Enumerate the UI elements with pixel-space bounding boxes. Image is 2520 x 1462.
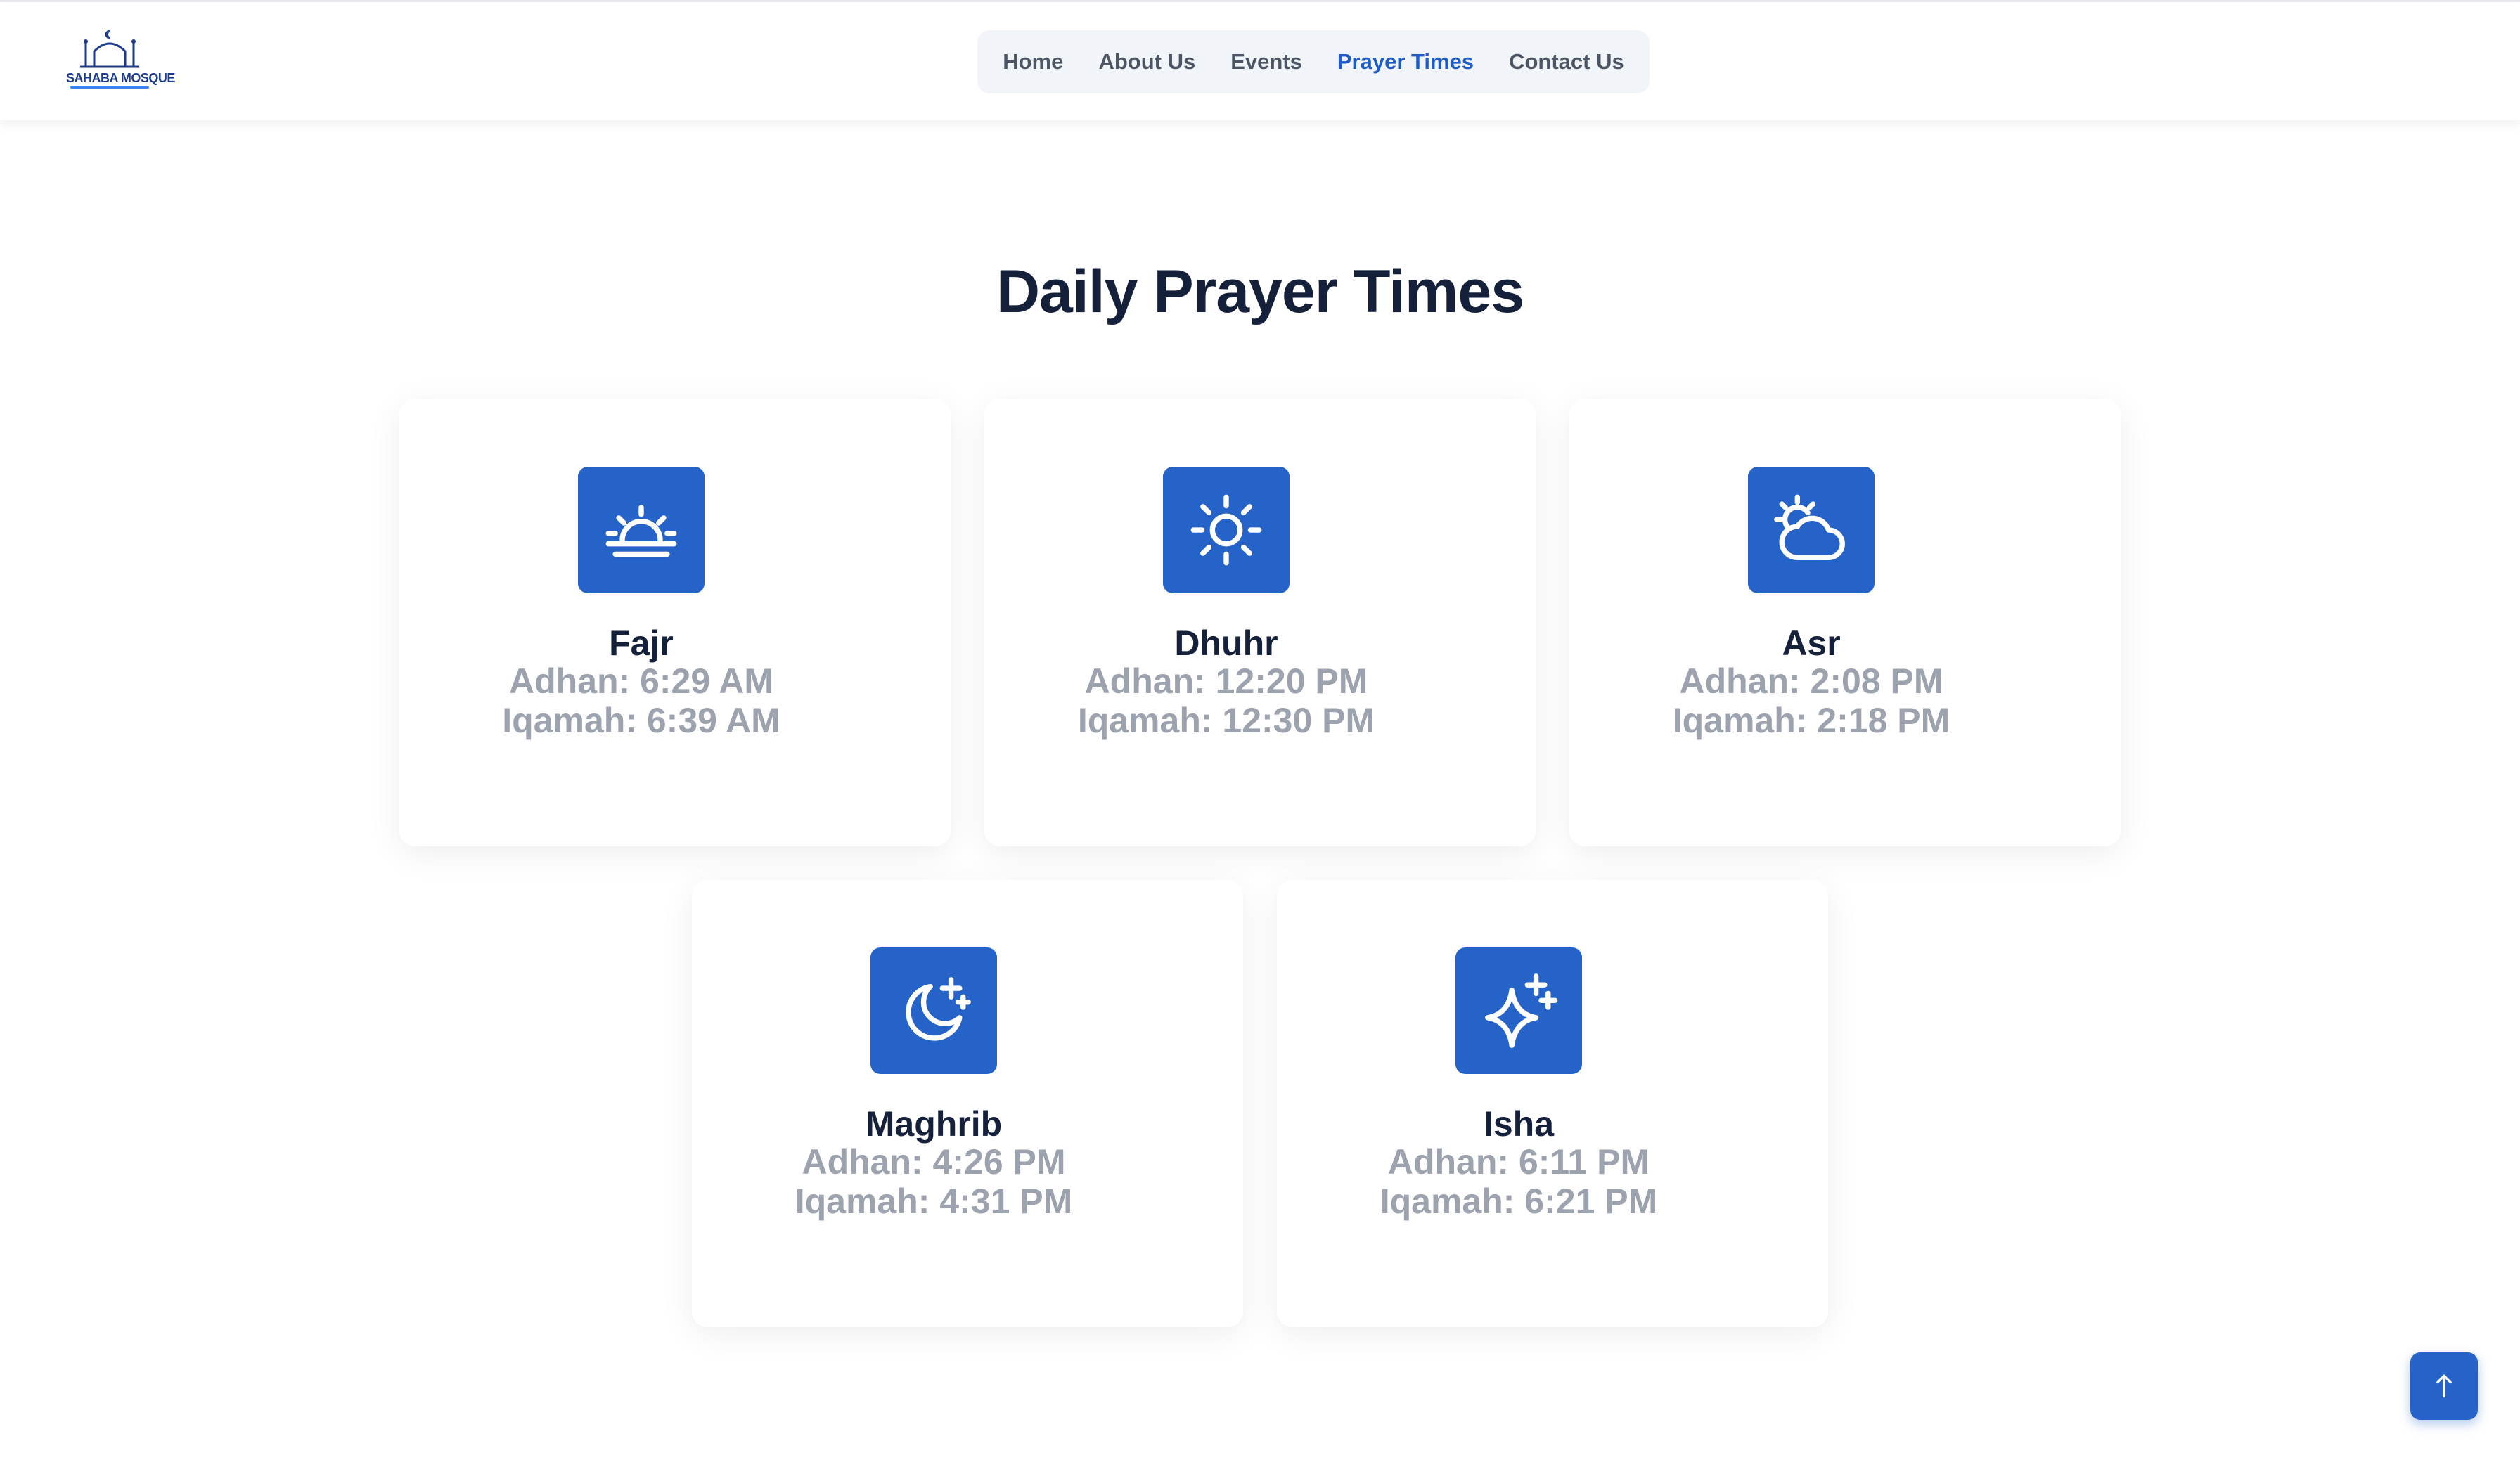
sparkles-icon-box xyxy=(1455,947,1582,1074)
prayer-name: Maghrib xyxy=(865,1104,1003,1144)
nav-about-us[interactable]: About Us xyxy=(1098,49,1195,75)
adhan-time: Adhan: 6:29 AM xyxy=(509,661,773,701)
prayer-card-fajr: Fajr Adhan: 6:29 AM Iqamah: 6:39 AM xyxy=(399,399,951,846)
adhan-time: Adhan: 2:08 PM xyxy=(1679,661,1943,701)
scroll-to-top-button[interactable] xyxy=(2410,1352,2478,1420)
nav-events[interactable]: Events xyxy=(1230,49,1302,75)
iqamah-time: Iqamah: 4:31 PM xyxy=(795,1182,1073,1221)
prayer-card-dhuhr: Dhuhr Adhan: 12:20 PM Iqamah: 12:30 PM xyxy=(984,399,1536,846)
logo-text: SAHABA MOSQUE xyxy=(66,71,175,85)
iqamah-time: Iqamah: 12:30 PM xyxy=(1077,701,1375,740)
iqamah-time: Iqamah: 6:39 AM xyxy=(502,701,780,740)
mosque-logo[interactable]: SAHABA MOSQUE xyxy=(66,26,175,96)
prayer-name: Dhuhr xyxy=(1174,623,1278,663)
mosque-logo-icon xyxy=(80,29,139,68)
adhan-time: Adhan: 12:20 PM xyxy=(1084,661,1368,701)
adhan-time: Adhan: 6:11 PM xyxy=(1387,1142,1650,1182)
nav-home[interactable]: Home xyxy=(1003,49,1063,75)
prayer-name: Asr xyxy=(1782,623,1841,663)
sun-icon-box xyxy=(1163,467,1290,593)
nav-contact-us[interactable]: Contact Us xyxy=(1509,49,1624,75)
sunrise-icon-box xyxy=(578,467,705,593)
sunrise-icon xyxy=(605,505,677,557)
prayer-card-isha: Isha Adhan: 6:11 PM Iqamah: 6:21 PM xyxy=(1277,880,1828,1327)
logo-underline xyxy=(70,86,149,89)
nav-prayer-times[interactable]: Prayer Times xyxy=(1337,49,1474,75)
prayer-name: Fajr xyxy=(609,623,674,663)
sparkles-icon xyxy=(1485,973,1558,1048)
moon-star-icon xyxy=(906,977,971,1041)
prayer-card-maghrib: Maghrib Adhan: 4:26 PM Iqamah: 4:31 PM xyxy=(692,880,1243,1327)
sun-cloud-icon xyxy=(1774,494,1845,561)
adhan-time: Adhan: 4:26 PM xyxy=(802,1142,1066,1182)
iqamah-time: Iqamah: 2:18 PM xyxy=(1672,701,1950,740)
moon-star-icon-box xyxy=(870,947,997,1074)
arrow-up-icon xyxy=(2436,1374,2452,1398)
prayer-card-asr: Asr Adhan: 2:08 PM Iqamah: 2:18 PM xyxy=(1569,399,2121,846)
prayer-name: Isha xyxy=(1483,1104,1555,1144)
sun-icon xyxy=(1190,494,1262,566)
main-nav: Home About Us Events Prayer Times Contac… xyxy=(977,30,1650,93)
sun-cloud-icon-box xyxy=(1748,467,1875,593)
site-header: SAHABA MOSQUE Home About Us Events Praye… xyxy=(0,2,2520,120)
page-title: Daily Prayer Times xyxy=(996,258,1524,325)
iqamah-time: Iqamah: 6:21 PM xyxy=(1380,1182,1658,1221)
